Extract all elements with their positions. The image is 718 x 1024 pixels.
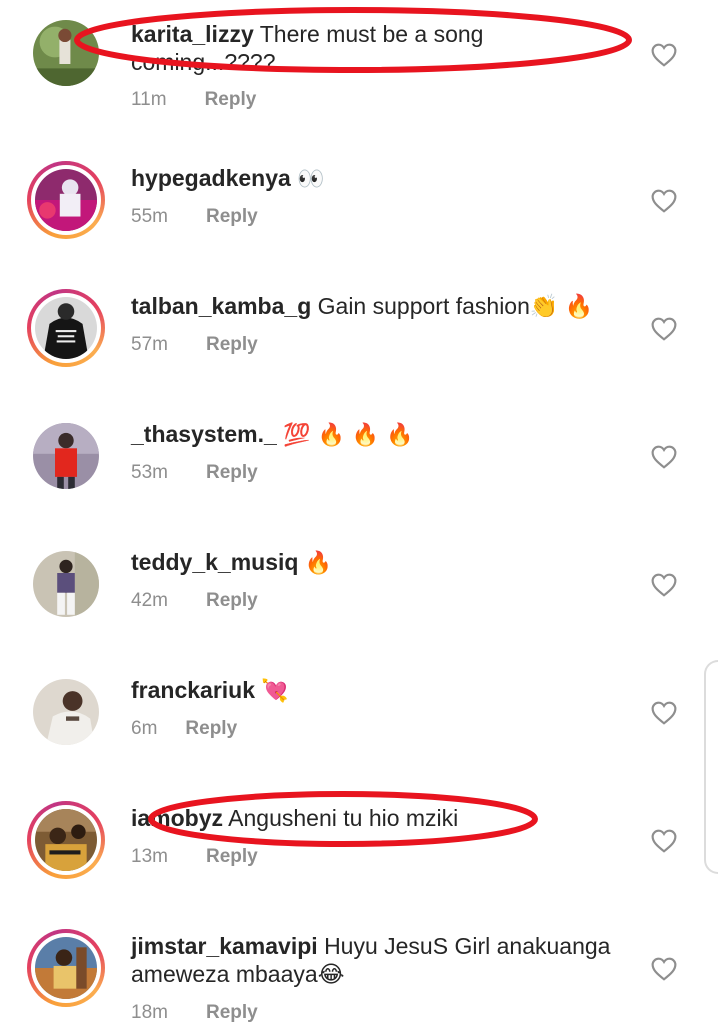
comment-text: hypegadkenya 👀 bbox=[131, 164, 631, 194]
reply-button[interactable]: Reply bbox=[206, 334, 258, 355]
comment-time: 11m bbox=[131, 89, 167, 110]
comment-body: Angusheni tu hio mziki bbox=[228, 805, 459, 831]
comment-username[interactable]: iamobyz bbox=[131, 805, 223, 831]
reply-button[interactable]: Reply bbox=[206, 206, 258, 227]
reply-button[interactable]: Reply bbox=[206, 590, 258, 611]
comment-time: 18m bbox=[131, 1002, 168, 1023]
comment-time: 55m bbox=[131, 206, 168, 227]
comment-meta: 6m Reply bbox=[131, 718, 237, 740]
reply-button[interactable]: Reply bbox=[206, 1002, 258, 1023]
avatar[interactable] bbox=[27, 289, 105, 367]
comment-meta: 18m Reply bbox=[131, 1002, 258, 1024]
heart-outline-icon[interactable] bbox=[651, 189, 677, 213]
avatar[interactable] bbox=[27, 801, 105, 879]
comment-username[interactable]: hypegadkenya bbox=[131, 165, 291, 191]
comment-body: 💯 🔥 🔥 🔥 bbox=[283, 423, 414, 448]
reply-button[interactable]: Reply bbox=[205, 89, 257, 110]
heart-outline-icon[interactable] bbox=[651, 829, 677, 853]
comment-meta: 53m Reply bbox=[131, 462, 258, 484]
heart-outline-icon[interactable] bbox=[651, 317, 677, 341]
comment-text: iamobyz Angusheni tu hio mziki bbox=[131, 804, 631, 832]
comment-text: _thasystem._ 💯 🔥 🔥 🔥 bbox=[131, 420, 631, 450]
comment-time: 42m bbox=[131, 590, 168, 611]
comment-text: jimstar_kamavipi Huyu JesuS Girl anakuan… bbox=[131, 932, 631, 988]
side-panel-handle[interactable] bbox=[704, 660, 718, 874]
avatar[interactable] bbox=[27, 14, 105, 92]
avatar[interactable] bbox=[27, 673, 105, 751]
comment-body: Gain support fashion👏 🔥 bbox=[317, 293, 594, 319]
heart-outline-icon[interactable] bbox=[651, 573, 677, 597]
reply-button[interactable]: Reply bbox=[206, 846, 258, 867]
comment-username[interactable]: teddy_k_musiq bbox=[131, 549, 298, 575]
avatar[interactable] bbox=[27, 417, 105, 495]
comment-text: talban_kamba_g Gain support fashion👏 🔥 bbox=[131, 292, 631, 320]
comment-body: 🔥 bbox=[304, 551, 333, 576]
comment-username[interactable]: _thasystem._ bbox=[131, 421, 277, 447]
reply-button[interactable]: Reply bbox=[206, 462, 258, 483]
comment-text: teddy_k_musiq 🔥 bbox=[131, 548, 631, 578]
heart-outline-icon[interactable] bbox=[651, 43, 677, 67]
comment-time: 13m bbox=[131, 846, 168, 867]
comment-username[interactable]: talban_kamba_g bbox=[131, 293, 311, 319]
comment-time: 6m bbox=[131, 718, 158, 739]
comment-time: 57m bbox=[131, 334, 168, 355]
heart-outline-icon[interactable] bbox=[651, 957, 677, 981]
comment-time: 53m bbox=[131, 462, 168, 483]
comment-username[interactable]: jimstar_kamavipi bbox=[131, 933, 318, 959]
comment-username[interactable]: karita_lizzy bbox=[131, 21, 254, 47]
avatar[interactable] bbox=[27, 545, 105, 623]
avatar[interactable] bbox=[27, 929, 105, 1007]
comment-body: 👀 bbox=[297, 167, 325, 192]
comment-body: 💘 bbox=[261, 679, 289, 704]
comment-text: franckariuk 💘 bbox=[131, 676, 631, 706]
comment-meta: 11m Reply bbox=[131, 89, 256, 111]
comment-username[interactable]: franckariuk bbox=[131, 677, 255, 703]
heart-outline-icon[interactable] bbox=[651, 701, 677, 725]
comment-meta: 57m Reply bbox=[131, 334, 258, 356]
comment-meta: 55m Reply bbox=[131, 206, 258, 228]
heart-outline-icon[interactable] bbox=[651, 445, 677, 469]
avatar[interactable] bbox=[27, 161, 105, 239]
comment-text: karita_lizzy There must be a song coming… bbox=[131, 20, 631, 76]
comment-meta: 42m Reply bbox=[131, 590, 258, 612]
comment-meta: 13m Reply bbox=[131, 846, 258, 868]
reply-button[interactable]: Reply bbox=[185, 718, 237, 739]
